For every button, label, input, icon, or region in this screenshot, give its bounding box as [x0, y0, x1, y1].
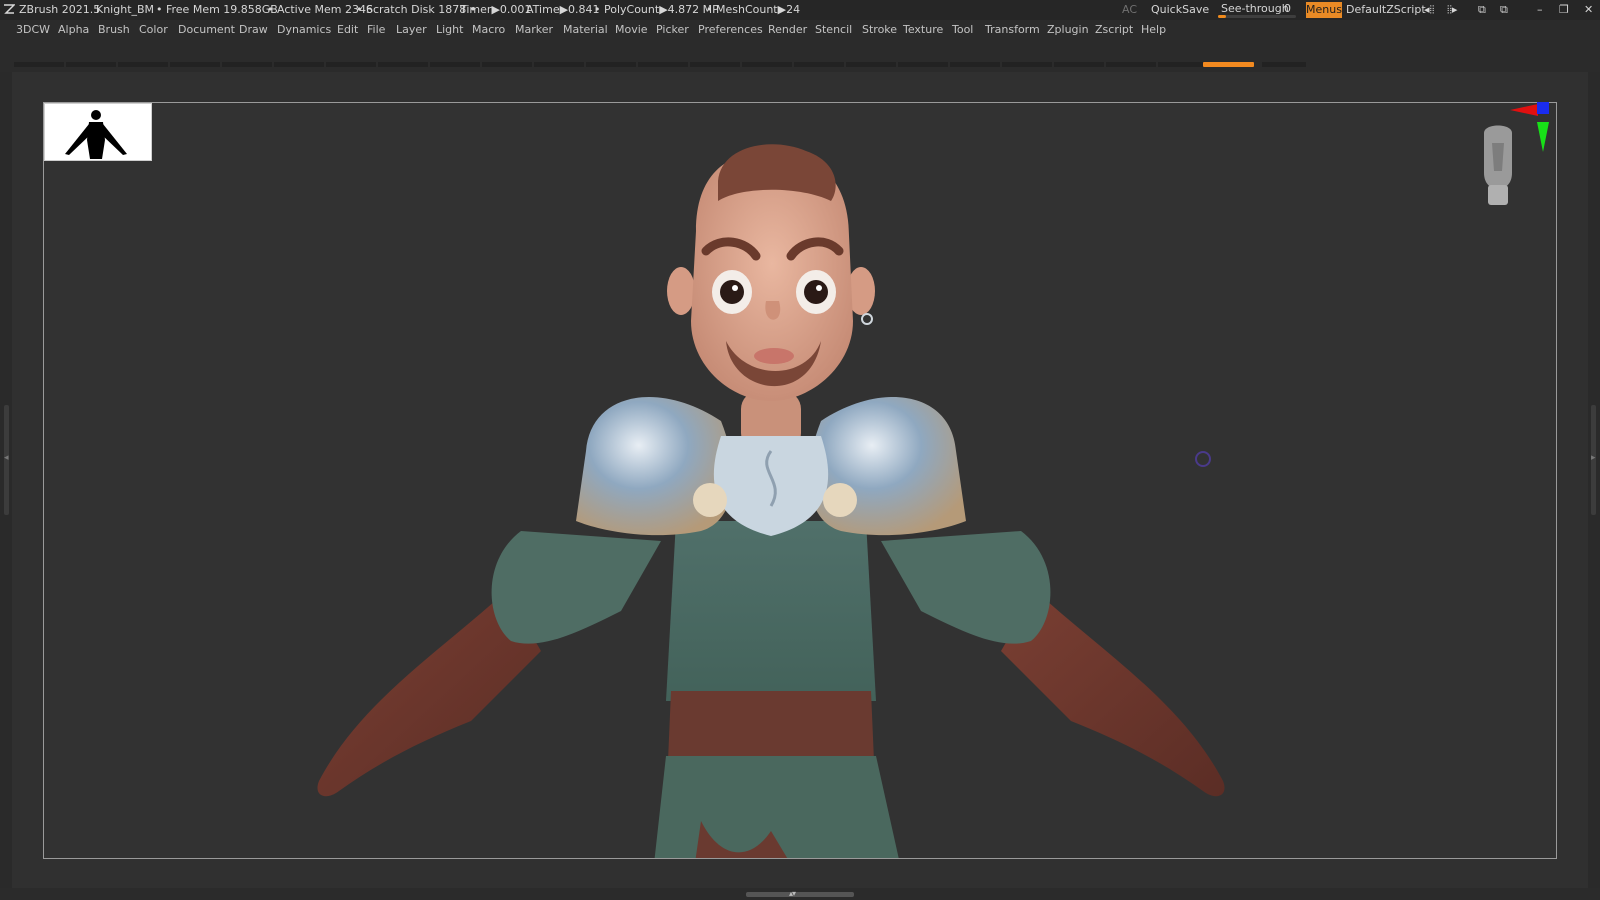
tunic-torso — [666, 521, 876, 701]
left-clasp — [693, 483, 727, 517]
see-through-slider[interactable]: See-through 0 — [1218, 0, 1296, 20]
menu-stroke[interactable]: Stroke — [862, 23, 897, 36]
menu-transform[interactable]: Transform — [985, 23, 1040, 36]
menu-document[interactable]: Document — [178, 23, 235, 36]
menu-help[interactable]: Help — [1141, 23, 1166, 36]
zbrush-logo-icon[interactable] — [3, 3, 15, 15]
meshcount-readout: • MeshCount▶24 — [706, 3, 801, 16]
menu-light[interactable]: Light — [436, 23, 463, 36]
menu-layer[interactable]: Layer — [396, 23, 427, 36]
quicksave-button[interactable]: QuickSave — [1151, 3, 1209, 16]
menu-macro[interactable]: Macro — [472, 23, 505, 36]
menu-material[interactable]: Material — [563, 23, 608, 36]
see-through-track[interactable] — [1218, 15, 1296, 18]
see-through-label: See-through — [1221, 2, 1289, 15]
left-sleeve — [491, 531, 661, 644]
see-through-value: 0 — [1284, 2, 1291, 15]
menu-render[interactable]: Render — [768, 23, 807, 36]
menu-zscript[interactable]: Zscript — [1095, 23, 1133, 36]
mouth — [754, 348, 794, 364]
menu-marker[interactable]: Marker — [515, 23, 553, 36]
menu-color[interactable]: Color — [139, 23, 168, 36]
minimize-icon[interactable]: – — [1537, 3, 1543, 16]
menu-brush[interactable]: Brush — [98, 23, 130, 36]
menu-3dcw[interactable]: 3DCW — [16, 23, 50, 36]
window-layout-icon[interactable]: ⧉ — [1500, 3, 1508, 17]
right-tray-arrow-icon[interactable]: ▸ — [1591, 453, 1596, 463]
menu-edit[interactable]: Edit — [337, 23, 358, 36]
menu-alpha[interactable]: Alpha — [58, 23, 89, 36]
menu-draw[interactable]: Draw — [239, 23, 268, 36]
bottom-tray-handle[interactable] — [746, 892, 854, 897]
ac-label[interactable]: AC — [1122, 3, 1137, 16]
brush-cursor — [1195, 451, 1211, 467]
earring — [861, 313, 873, 325]
free-mem-readout: • Free Mem 19.858GB — [156, 3, 278, 16]
menu-tool[interactable]: Tool — [952, 23, 973, 36]
atime-readout: ATime▶0.841 — [526, 3, 600, 16]
menu-file[interactable]: File — [367, 23, 385, 36]
close-icon[interactable]: ✕ — [1584, 3, 1593, 16]
app-name: ZBrush 2021.5 — [19, 3, 101, 16]
shelf-tab-active[interactable] — [1203, 62, 1254, 67]
menus-button[interactable]: Menus — [1306, 2, 1342, 18]
document-viewport[interactable] — [43, 102, 1557, 859]
left-ear — [667, 267, 695, 315]
menu-stencil[interactable]: Stencil — [815, 23, 852, 36]
menu-movie[interactable]: Movie — [615, 23, 648, 36]
menu-texture[interactable]: Texture — [903, 23, 943, 36]
axis-gizmo-icon[interactable] — [1508, 100, 1558, 156]
timer-readout: Timer▶0.001 — [460, 3, 532, 16]
knight-model[interactable] — [44, 103, 1557, 859]
menu-zplugin[interactable]: Zplugin — [1047, 23, 1089, 36]
polycount-readout: • PolyCount▶4.872 MP — [594, 3, 719, 16]
default-zscript-button[interactable]: DefaultZScript — [1346, 3, 1426, 16]
bottom-tray-arrows-icon[interactable]: ▴▾ — [789, 889, 796, 898]
menu-dynamics[interactable]: Dynamics — [277, 23, 331, 36]
menu-preferences[interactable]: Preferences — [698, 23, 763, 36]
shelf-tabs[interactable] — [14, 62, 1306, 67]
right-clasp — [823, 483, 857, 517]
navigation-thumbnail[interactable] — [44, 103, 152, 161]
see-through-fill — [1218, 15, 1226, 18]
menu-bar: 3DCW Alpha Brush Color Document Draw Dyn… — [0, 20, 1600, 40]
double-arrow-left-icon[interactable]: ◂⦙⦙ — [1424, 3, 1434, 17]
scratch-disk-readout: • Scratch Disk 1878 • — [356, 3, 477, 16]
restore-icon[interactable]: ❐ — [1559, 3, 1569, 16]
double-arrow-right-icon[interactable]: ⦙⦙▸ — [1447, 3, 1457, 17]
title-bar: ZBrush 2021.5 Knight_BM • Free Mem 19.85… — [0, 0, 1600, 20]
left-tray-arrow-icon[interactable]: ◂ — [4, 453, 9, 463]
belt — [668, 691, 874, 761]
menu-picker[interactable]: Picker — [656, 23, 689, 36]
right-sleeve — [881, 531, 1051, 644]
window-toggle-icon[interactable]: ⧉ — [1478, 3, 1486, 17]
top-shelf — [0, 40, 1600, 72]
figure-silhouette-icon — [65, 110, 127, 159]
document-name: Knight_BM — [96, 3, 155, 16]
